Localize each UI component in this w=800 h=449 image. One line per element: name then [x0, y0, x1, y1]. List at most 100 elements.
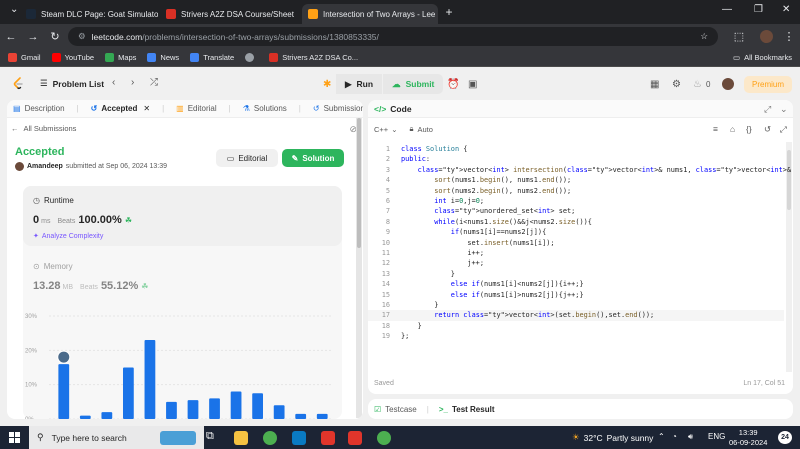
notification-badge[interactable]: 24	[778, 431, 792, 444]
runtime-box[interactable]: ◷ Runtime 0 ms Beats 100.00% ☘ ✦ Analyze…	[23, 186, 342, 246]
bookmark-youtube[interactable]: YouTube	[51, 53, 94, 62]
office-icon[interactable]	[321, 431, 335, 445]
volume-icon[interactable]: 🔊︎	[688, 432, 693, 442]
timer-icon[interactable]: ⏰	[447, 79, 459, 90]
scrollbar-thumb[interactable]	[357, 118, 361, 248]
runtime-bar[interactable]	[273, 405, 285, 419]
code-line[interactable]: 12 j++;	[368, 258, 784, 268]
left-scrollbar[interactable]	[356, 118, 362, 418]
chrome-profile-icon[interactable]	[377, 431, 391, 445]
testcase-tab[interactable]: ☑ Testcase	[374, 405, 417, 414]
vscode-icon[interactable]	[292, 431, 306, 445]
collapse-icon[interactable]: ⌄	[780, 104, 788, 115]
next-problem-icon[interactable]: ›	[131, 77, 134, 88]
bookmark-strivers[interactable]: Strivers A2Z DSA Co...	[269, 53, 358, 62]
code-line[interactable]: 9 if(nums1[i]==nums2[j]){	[368, 227, 784, 237]
bookmark-globe[interactable]	[245, 53, 258, 62]
bookmark-maps[interactable]: Maps	[105, 53, 136, 62]
language-select[interactable]: C++	[374, 125, 388, 134]
windows-start-icon[interactable]	[9, 432, 20, 443]
bookmark-star-icon[interactable]: ☆	[700, 31, 708, 42]
browser-tab-leetcode[interactable]: Intersection of Two Arrays - Lee ✕	[302, 4, 438, 24]
close-tab-icon[interactable]: ✕	[143, 104, 150, 113]
user-avatar[interactable]	[722, 78, 734, 90]
bookmark-translate[interactable]: Translate	[190, 53, 234, 62]
run-button[interactable]: ▶ Run	[336, 74, 383, 94]
chrome-icon[interactable]	[263, 431, 277, 445]
your-submission-avatar[interactable]	[57, 350, 71, 364]
tab-description[interactable]: ▤ Description	[13, 104, 65, 113]
tab-solutions[interactable]: ⚗ Solutions	[243, 104, 287, 113]
problem-list-button[interactable]: ☰ Problem List	[40, 78, 104, 89]
runtime-bar[interactable]	[295, 413, 307, 419]
code-line[interactable]: 11 i++;	[368, 248, 784, 258]
runtime-bar[interactable]	[316, 413, 328, 419]
code-line[interactable]: 14 else if(nums1[i]<nums2[j]){i++;}	[368, 279, 784, 289]
file-explorer-icon[interactable]	[234, 431, 248, 445]
runtime-bar[interactable]	[58, 364, 70, 419]
tray-chevron-icon[interactable]: ⌃	[658, 432, 665, 441]
site-info-icon[interactable]: ⚙	[78, 31, 86, 42]
runtime-bar[interactable]	[166, 401, 177, 419]
code-line[interactable]: 13 }	[368, 269, 784, 279]
code-editor[interactable]: 1 class Solution {2 public: 3 class="ty">ve…	[368, 142, 793, 372]
all-bookmarks-button[interactable]: ▭ All Bookmarks	[733, 53, 792, 62]
runtime-bar[interactable]	[209, 398, 220, 419]
weather-widget[interactable]: ☀ 32°C Partly sunny	[572, 432, 653, 443]
braces-icon[interactable]: {}	[746, 124, 752, 134]
runtime-bar[interactable]	[123, 367, 134, 420]
search-highlight-image[interactable]	[160, 431, 196, 445]
extensions-icon[interactable]: ⬚	[728, 30, 750, 43]
tab-editorial[interactable]: ▥ Editorial	[176, 104, 216, 113]
new-tab-button[interactable]: +	[442, 5, 456, 19]
reset-icon[interactable]: ↺	[764, 124, 771, 135]
bookmark-gmail[interactable]: Gmail	[8, 53, 41, 62]
settings-gear-icon[interactable]: ⚙	[672, 79, 681, 90]
back-arrow-icon[interactable]: ←	[0, 31, 22, 43]
url-input[interactable]: ⚙ leetcode.com/problems/intersection-of-…	[68, 27, 718, 46]
format-icon[interactable]: ≡	[713, 124, 718, 134]
task-view-icon[interactable]: ⧉	[206, 430, 214, 443]
close-tab-icon[interactable]: ✕	[294, 10, 301, 19]
author-avatar[interactable]	[15, 162, 24, 171]
code-line[interactable]: 16 }	[368, 300, 784, 310]
editorial-button[interactable]: ▭ Editorial	[216, 149, 278, 167]
streak-fire-icon[interactable]: ♨	[693, 79, 702, 90]
forward-arrow-icon[interactable]: →	[22, 31, 44, 43]
layout-icon[interactable]: ▦	[650, 79, 659, 90]
runtime-bar[interactable]	[79, 415, 91, 419]
clock[interactable]: 13:39 06-09-2024	[729, 428, 767, 448]
close-window-icon[interactable]: ✕	[782, 4, 790, 15]
browser-tab-steam[interactable]: Steam DLC Page: Goat Simulato ✕	[20, 4, 158, 24]
memory-title[interactable]: ⊙ Memory	[33, 262, 73, 271]
code-line[interactable]: 3 class="ty">vector<int> intersection(cl…	[368, 165, 791, 175]
tab-submissions[interactable]: ↺Submissions	[313, 104, 363, 113]
shuffle-icon[interactable]: ⤮	[150, 77, 158, 88]
all-submissions-link[interactable]: ← All Submissions	[11, 124, 76, 133]
wps-icon[interactable]	[348, 431, 362, 445]
code-line[interactable]: 15 else if(nums1[i]>nums2[j]){j++;}	[368, 290, 784, 300]
code-line[interactable]: 18 }	[368, 321, 784, 331]
prev-problem-icon[interactable]: ‹	[112, 77, 115, 88]
code-line[interactable]: 19};	[368, 331, 784, 341]
browser-tab-strivers[interactable]: Strivers A2Z DSA Course/Sheet ✕	[160, 4, 300, 24]
fullscreen-icon[interactable]: ⤢	[780, 124, 787, 135]
premium-button[interactable]: Premium	[744, 76, 793, 93]
maximize-icon[interactable]: ⤢	[764, 104, 771, 115]
test-result-tab[interactable]: >_ Test Result	[439, 405, 495, 414]
runtime-bar[interactable]	[187, 400, 199, 419]
bookmark-code-icon[interactable]: ⌂	[730, 124, 735, 134]
profile-avatar[interactable]	[760, 30, 773, 43]
code-line[interactable]: 10 set.insert(nums1[i]);	[368, 238, 784, 248]
code-line[interactable]: 5 sort(nums2.begin(), nums2.end());	[368, 186, 784, 196]
restore-icon[interactable]: ❐	[754, 4, 763, 15]
code-line[interactable]: 2 public:	[368, 154, 784, 164]
reload-icon[interactable]: ↻	[44, 30, 66, 43]
bookmark-news[interactable]: News	[147, 53, 179, 62]
browser-menu-icon[interactable]: ⋮	[778, 30, 800, 43]
chevron-down-icon[interactable]: ⌄	[391, 125, 397, 134]
runtime-bar[interactable]	[230, 391, 242, 419]
editor-scrollbar[interactable]	[786, 142, 792, 372]
analyze-complexity-link[interactable]: ✦ Analyze Complexity	[33, 232, 103, 241]
network-icon[interactable]: ◔	[672, 432, 677, 441]
